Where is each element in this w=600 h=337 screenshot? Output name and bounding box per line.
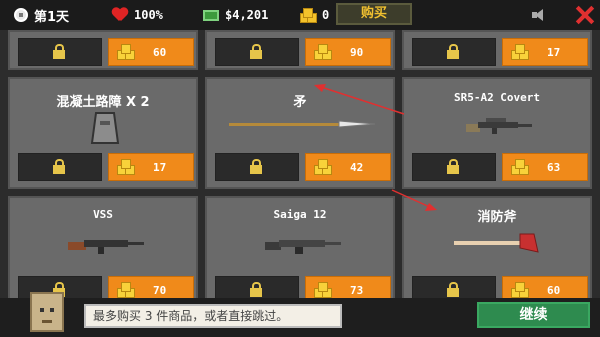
arrowhead-icon	[425, 203, 437, 211]
arrow-to-spear	[317, 85, 405, 115]
character-avatar	[30, 292, 64, 332]
continue-button[interactable]: 继续	[477, 302, 590, 328]
tip-message: 最多购买 3 件商品，或者直接跳过。	[84, 304, 342, 328]
annotation-arrows	[314, 84, 437, 211]
arrow-to-fire-axe	[391, 189, 433, 209]
